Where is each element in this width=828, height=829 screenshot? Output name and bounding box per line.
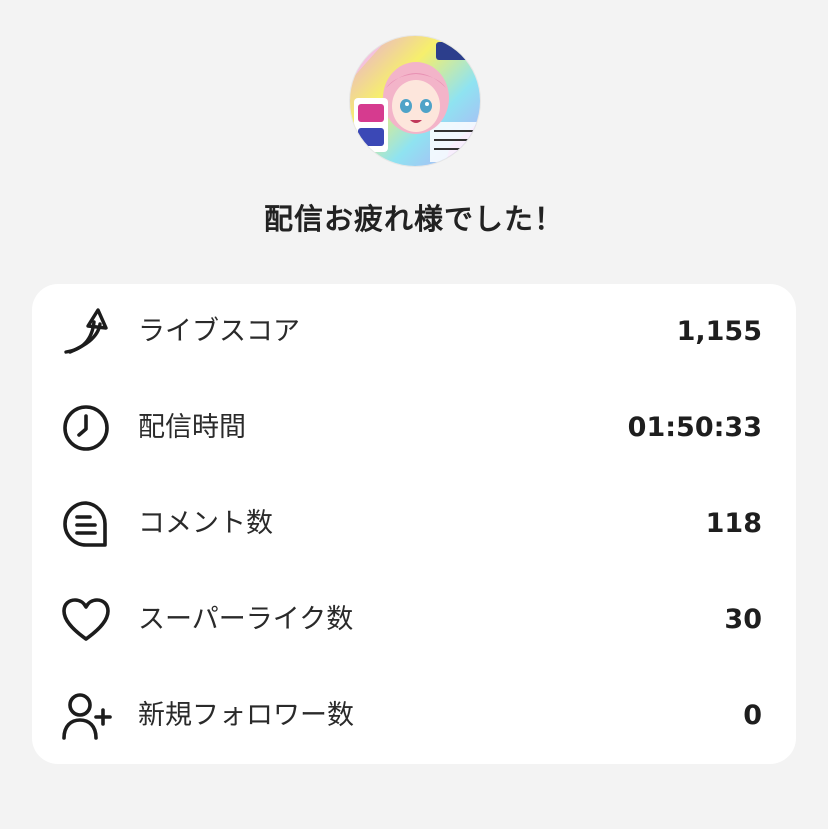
stat-label-stream-time: 配信時間 — [138, 412, 246, 443]
stat-label-super-likes: スーパーライク数 — [138, 604, 354, 635]
stat-value-stream-time: 01:50:33 — [627, 412, 762, 443]
stat-value-comments: 118 — [705, 508, 762, 539]
stat-label-comments: コメント数 — [138, 508, 273, 539]
streamer-avatar[interactable] — [350, 36, 480, 166]
stat-value-super-likes: 30 — [724, 604, 762, 635]
avatar-illustration-icon — [350, 36, 480, 166]
heart-icon — [60, 594, 112, 646]
stats-card: ライブスコア 1,155 配信時間 01:50:33 コメント数 118 スーパ… — [32, 284, 796, 764]
stat-row-super-likes: スーパーライク数 30 — [32, 572, 796, 668]
stat-row-live-score: ライブスコア 1,155 — [32, 284, 796, 380]
page-title: 配信お疲れ様でした！ — [263, 202, 564, 236]
stat-row-comments: コメント数 118 — [32, 476, 796, 572]
add-user-icon — [60, 690, 112, 742]
stat-label-new-followers: 新規フォロワー数 — [138, 700, 354, 731]
stat-row-new-followers: 新規フォロワー数 0 — [32, 668, 796, 764]
stat-row-stream-time: 配信時間 01:50:33 — [32, 380, 796, 476]
stat-label-live-score: ライブスコア — [138, 316, 300, 347]
comment-icon — [60, 498, 112, 550]
score-arrow-icon — [60, 306, 112, 358]
stat-value-live-score: 1,155 — [676, 316, 762, 347]
clock-icon — [60, 402, 112, 454]
stat-value-new-followers: 0 — [743, 700, 762, 731]
